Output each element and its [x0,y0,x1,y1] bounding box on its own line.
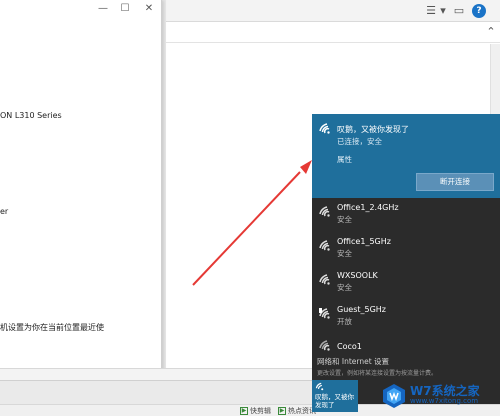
network-status: 安全 [337,215,352,224]
status-item-kuaijianji[interactable]: ▶ 快剪辑 [240,406,271,416]
disconnect-button[interactable]: 断开连接 [416,173,494,191]
minimize-button[interactable]: — [92,2,114,16]
default-printer-text: 机设置为你在当前位置最近使 [0,323,104,332]
app-toolbar: ☰ ▾ ▭ ? [162,0,500,22]
properties-link[interactable]: 属性 [337,154,352,165]
wifi-icon [319,123,330,134]
network-item[interactable]: Office1_2.4GHz 安全 [312,200,500,234]
network-name: 叹鹅，又被你发现了 [337,125,409,134]
network-status: 已连接，安全 [337,137,382,146]
network-settings-link[interactable]: 网络和 Internet 设置 [317,356,389,367]
maximize-button[interactable]: ☐ [114,2,136,16]
wifi-open-icon [319,308,330,319]
wifi-icon [319,240,330,251]
wifi-flyout: 叹鹅，又被你发现了 已连接，安全 属性 断开连接 Office1_2.4GHz … [312,114,500,380]
network-status: 开放 [337,317,352,326]
chevron-down-icon[interactable]: ▾ [436,4,450,18]
help-icon[interactable]: ? [472,4,486,18]
network-name: Office1_5GHz [337,237,391,246]
network-item[interactable]: WXSOOLK 安全 [312,268,500,302]
wifi-icon [319,274,330,285]
network-item[interactable]: Guest_5GHz 开放 [312,302,500,336]
chevron-up-icon[interactable]: ⌃ [484,25,498,39]
news-icon: ▶ [278,407,286,415]
printer-item-label[interactable]: ON L310 Series [0,111,62,120]
app-bottom-bar [0,368,312,380]
window-icon[interactable]: ▭ [452,4,466,18]
wifi-icon [319,206,330,217]
wifi-icon [315,382,324,391]
close-button[interactable]: ✕ [138,2,160,16]
printer-item-fragment[interactable]: er [0,207,8,216]
settings-window: — ☐ ✕ ON L310 Series er 机设置为你在当前位置最近使 [0,0,162,382]
watermark: W7系统之家 www.w7xitong.com [380,380,496,412]
network-name: Office1_2.4GHz [337,203,399,212]
connected-network[interactable]: 叹鹅，又被你发现了 已连接，安全 属性 断开连接 [312,114,500,198]
watermark-url: www.w7xitong.com [410,397,479,405]
network-settings-description: 更改设置，例如将某连接设置为按流量计费。 [317,370,438,377]
network-status: 安全 [337,249,352,258]
divider [162,0,166,416]
network-status: 安全 [337,283,352,292]
network-name: WXSOOLK [337,271,378,280]
status-item-news[interactable]: ▶ 热点资讯 [278,406,316,416]
network-name: Coco1 [337,342,362,351]
taskbar-area [0,380,312,404]
wifi-quick-tile[interactable]: 叹鹅，又被你发现了 [312,380,358,412]
wifi-tile-label: 叹鹅，又被你发现了 [315,393,354,409]
watermark-logo [383,384,405,408]
status-item-label: 快剪辑 [250,407,271,415]
wifi-icon [319,340,330,351]
network-name: Guest_5GHz [337,305,386,314]
app-tab-bar: ⌃ [162,22,500,43]
play-icon: ▶ [240,407,248,415]
network-item[interactable]: Office1_5GHz 安全 [312,234,500,268]
